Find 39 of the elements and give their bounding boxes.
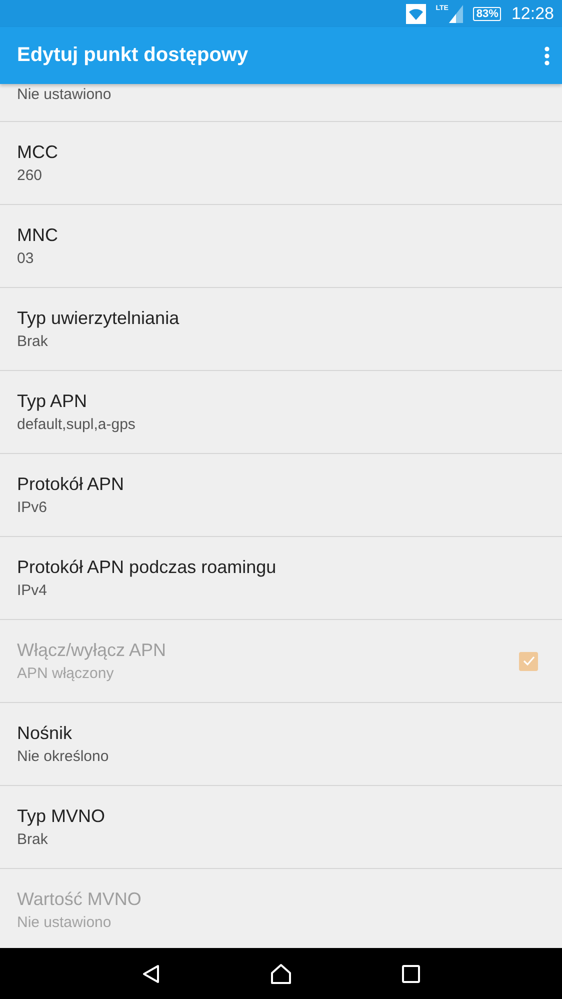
setting-title: MNC: [17, 225, 58, 246]
back-icon[interactable]: [142, 964, 160, 984]
setting-title: Włącz/wyłącz APN: [17, 640, 166, 661]
recents-icon[interactable]: [402, 964, 420, 982]
setting-title: Typ uwierzytelniania: [17, 308, 180, 329]
setting-value: Nie określono: [17, 748, 109, 765]
setting-title: Protokół APN: [17, 474, 124, 495]
setting-value: 260: [17, 167, 44, 184]
check-icon: [522, 654, 536, 668]
setting-title: Typ APN: [17, 391, 88, 412]
setting-title: MCC: [17, 142, 58, 163]
setting-value: 03: [17, 250, 35, 267]
setting-title: Nośnik: [17, 723, 74, 744]
setting-value: default,supl,a-gps: [17, 416, 136, 433]
setting-title: Wartość MVNO: [17, 889, 142, 910]
setting-title: Protokół APN podczas roamingu: [17, 557, 276, 578]
clock: 12:28: [511, 4, 554, 24]
setting-title: Typ MVNO: [17, 806, 106, 827]
setting-row[interactable]: Nośnik Nie określono: [0, 703, 562, 786]
setting-value: IPv6: [17, 499, 48, 516]
setting-value: Nie ustawiono: [17, 86, 112, 103]
more-options-icon[interactable]: [544, 46, 550, 66]
setting-row[interactable]: MCC 260: [0, 122, 562, 205]
signal-icon: [449, 4, 464, 22]
battery-level: 83%: [473, 6, 502, 20]
setting-row[interactable]: Typ APN default,supl,a-gps: [0, 371, 562, 454]
setting-row[interactable]: Protokół APN IPv6: [0, 454, 562, 537]
setting-row[interactable]: Protokół APN podczas roamingu IPv4: [0, 537, 562, 620]
setting-value: APN włączony: [17, 665, 115, 682]
screen-title: Edytuj punkt dostępowy: [17, 44, 248, 67]
setting-row[interactable]: MNC 03: [0, 205, 562, 288]
wifi-icon: [406, 4, 426, 24]
setting-value: IPv4: [17, 582, 48, 599]
setting-value: Nie ustawiono: [17, 914, 112, 931]
setting-value: Brak: [17, 333, 49, 350]
setting-row[interactable]: Typ uwierzytelniania Brak: [0, 288, 562, 371]
home-icon[interactable]: [270, 962, 292, 984]
setting-value: Brak: [17, 831, 49, 848]
setting-row[interactable]: Typ MVNO Brak: [0, 786, 562, 869]
